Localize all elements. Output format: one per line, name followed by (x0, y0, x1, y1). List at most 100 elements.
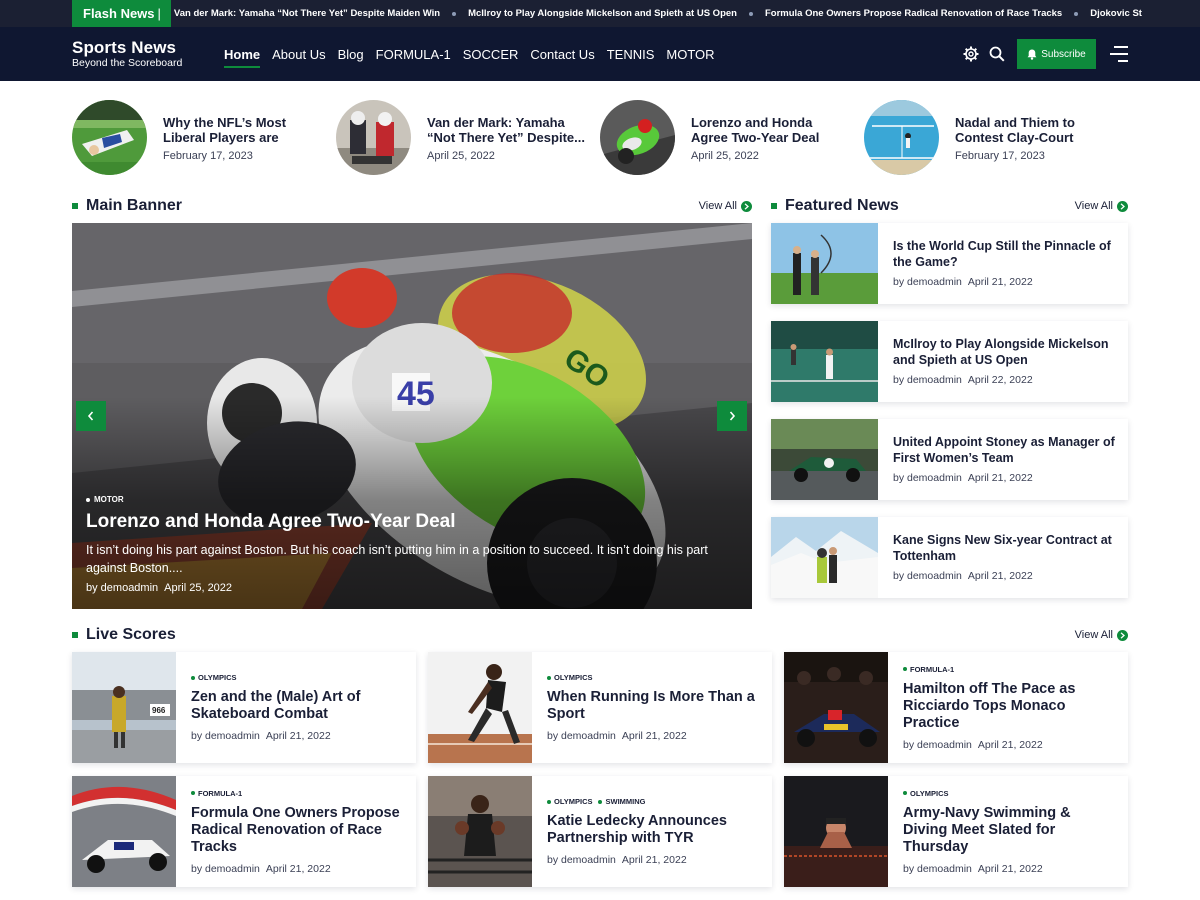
post-author[interactable]: by demoadmin (547, 730, 616, 742)
section-title: Live Scores (86, 626, 176, 643)
category-tag[interactable]: OLYMPICS (903, 789, 948, 798)
site-logo[interactable]: Sports News Beyond the Scoreboard (72, 39, 222, 69)
trending-title[interactable]: Lorenzo and Honda Agree Two-Year Deal (691, 115, 851, 145)
bell-icon (1027, 49, 1037, 60)
category-tag[interactable]: FORMULA-1 (903, 665, 954, 674)
card-title[interactable]: Zen and the (Male) Art of Skateboard Com… (191, 689, 401, 723)
trending-date: April 25, 2022 (691, 150, 759, 162)
featured-post[interactable]: Kane Signs New Six-year Contract at Tott… (771, 517, 1128, 598)
trending-post[interactable]: Nadal and Thiem to Contest Clay-Court Cr… (864, 100, 1128, 176)
post-author[interactable]: by demoadmin (893, 570, 962, 582)
nav-home[interactable]: Home (224, 41, 261, 68)
ticker-item[interactable]: McIlroy to Play Alongside Mickelson and … (468, 8, 737, 19)
post-author[interactable]: by demoadmin (547, 854, 616, 866)
featured-title[interactable]: McIlroy to Play Alongside Mickelson and … (893, 337, 1118, 368)
featured-post[interactable]: United Appoint Stoney as Manager of Firs… (771, 419, 1128, 500)
live-score-card[interactable]: 966 OLYMPICS Zen and the (Male) Art of S… (72, 652, 416, 763)
theme-settings-icon[interactable] (963, 46, 979, 62)
trending-title[interactable]: Why the NFL’s Most Liberal Players are S… (163, 115, 323, 145)
nav-contact-us[interactable]: Contact Us (530, 41, 594, 68)
logo-tagline: Beyond the Scoreboard (72, 57, 183, 69)
card-title[interactable]: Army-Navy Swimming & Diving Meet Slated … (903, 805, 1113, 856)
ticker-item[interactable]: Van der Mark: Yamaha “Not There Yet” Des… (174, 8, 440, 19)
card-thumbnail-skateboard: 966 (72, 652, 176, 763)
featured-post[interactable]: McIlroy to Play Alongside Mickelson and … (771, 321, 1128, 402)
banner-title[interactable]: Lorenzo and Honda Agree Two-Year Deal (86, 511, 726, 533)
category-tag[interactable]: FORMULA-1 (191, 789, 242, 798)
section-title: Featured News (785, 197, 899, 214)
flash-news-label: Flash News | (72, 0, 171, 27)
featured-thumbnail-ski (771, 517, 878, 598)
post-author[interactable]: by demoadmin (903, 739, 972, 751)
post-author[interactable]: by demoadmin (191, 730, 260, 742)
post-author[interactable]: by demoadmin (893, 472, 962, 484)
card-title[interactable]: Formula One Owners Propose Radical Renov… (191, 805, 401, 856)
banner-category-badge[interactable]: MOTOR (86, 495, 124, 504)
nav-blog[interactable]: Blog (338, 41, 364, 68)
chevron-right-icon (1117, 200, 1128, 212)
featured-title[interactable]: Is the World Cup Still the Pinnacle of t… (893, 239, 1118, 270)
live-score-card[interactable]: OLYMPICS SWIMMING Katie Ledecky Announce… (428, 776, 772, 887)
post-date: April 21, 2022 (967, 276, 1033, 288)
live-scores-view-all[interactable]: View All (1075, 629, 1128, 641)
trending-post[interactable]: Van der Mark: Yamaha “Not There Yet” Des… (336, 100, 600, 176)
banner-date: April 25, 2022 (164, 582, 233, 594)
category-tag[interactable]: OLYMPICS (191, 673, 236, 682)
post-author[interactable]: by demoadmin (893, 276, 962, 288)
ticker-item[interactable]: Djokovic St (1090, 8, 1142, 19)
live-score-card[interactable]: FORMULA-1 Formula One Owners Propose Rad… (72, 776, 416, 887)
nav-about-us[interactable]: About Us (272, 41, 325, 68)
category-tag[interactable]: OLYMPICS (547, 797, 592, 806)
featured-title[interactable]: Kane Signs New Six-year Contract at Tott… (893, 533, 1118, 564)
card-title[interactable]: Hamilton off The Pace as Ricciardo Tops … (903, 681, 1113, 732)
main-nav: Home About Us Blog FORMULA-1 SOCCER Cont… (224, 41, 727, 68)
chevron-right-icon (729, 411, 736, 421)
featured-title[interactable]: United Appoint Stoney as Manager of Firs… (893, 435, 1118, 466)
nav-motor[interactable]: MOTOR (666, 41, 714, 68)
post-date: April 21, 2022 (265, 730, 331, 742)
banner-excerpt: It isn’t doing his part against Boston. … (86, 543, 708, 575)
card-title[interactable]: When Running Is More Than a Sport (547, 689, 757, 723)
main-banner-view-all[interactable]: View All (699, 200, 752, 212)
trending-title[interactable]: Nadal and Thiem to Contest Clay-Court Cr… (955, 115, 1115, 145)
card-thumbnail-f1-track (72, 776, 176, 887)
trending-post[interactable]: Lorenzo and Honda Agree Two-Year Deal Ap… (600, 100, 864, 176)
banner-prev-button[interactable] (76, 401, 106, 431)
featured-post[interactable]: Is the World Cup Still the Pinnacle of t… (771, 223, 1128, 304)
featured-thumbnail-racecar (771, 419, 878, 500)
featured-thumbnail-tennis (771, 321, 878, 402)
svg-text:966: 966 (152, 706, 166, 715)
featured-view-all[interactable]: View All (1075, 200, 1128, 212)
card-thumbnail-boxing (428, 776, 532, 887)
post-date: April 21, 2022 (977, 862, 1043, 875)
subscribe-label: Subscribe (1041, 48, 1086, 60)
trending-post[interactable]: Why the NFL’s Most Liberal Players are S… (72, 100, 336, 176)
live-score-card[interactable]: FORMULA-1 Hamilton off The Pace as Ricci… (784, 652, 1128, 763)
banner-author[interactable]: by demoadmin (86, 582, 158, 594)
nav-soccer[interactable]: SOCCER (463, 41, 519, 68)
hamburger-menu-icon[interactable] (1110, 46, 1128, 62)
banner-next-button[interactable] (717, 401, 747, 431)
ticker-separator (748, 11, 753, 16)
chevron-left-icon (87, 411, 94, 421)
category-tag[interactable]: SWIMMING (598, 797, 645, 806)
live-score-card[interactable]: OLYMPICS When Running Is More Than a Spo… (428, 652, 772, 763)
card-title[interactable]: Katie Ledecky Announces Partnership with… (547, 813, 757, 847)
nav-tennis[interactable]: TENNIS (607, 41, 655, 68)
category-tag[interactable]: OLYMPICS (547, 673, 592, 682)
subscribe-button[interactable]: Subscribe (1017, 39, 1096, 69)
card-thumbnail-swimming (784, 776, 888, 887)
post-date: April 22, 2022 (967, 374, 1033, 386)
card-thumbnail-f1-pit (784, 652, 888, 763)
live-score-card[interactable]: OLYMPICS Army-Navy Swimming & Diving Mee… (784, 776, 1128, 887)
post-author[interactable]: by demoadmin (191, 863, 260, 875)
card-thumbnail-runner (428, 652, 532, 763)
nav-formula-1[interactable]: FORMULA-1 (376, 41, 451, 68)
ticker-item[interactable]: Formula One Owners Propose Radical Renov… (765, 8, 1062, 19)
main-banner-header: Main Banner View All (72, 197, 752, 215)
search-icon[interactable] (989, 46, 1005, 62)
trending-title[interactable]: Van der Mark: Yamaha “Not There Yet” Des… (427, 115, 587, 145)
post-author[interactable]: by demoadmin (893, 374, 962, 386)
post-author[interactable]: by demoadmin (903, 863, 972, 875)
post-date: April 21, 2022 (621, 730, 687, 742)
